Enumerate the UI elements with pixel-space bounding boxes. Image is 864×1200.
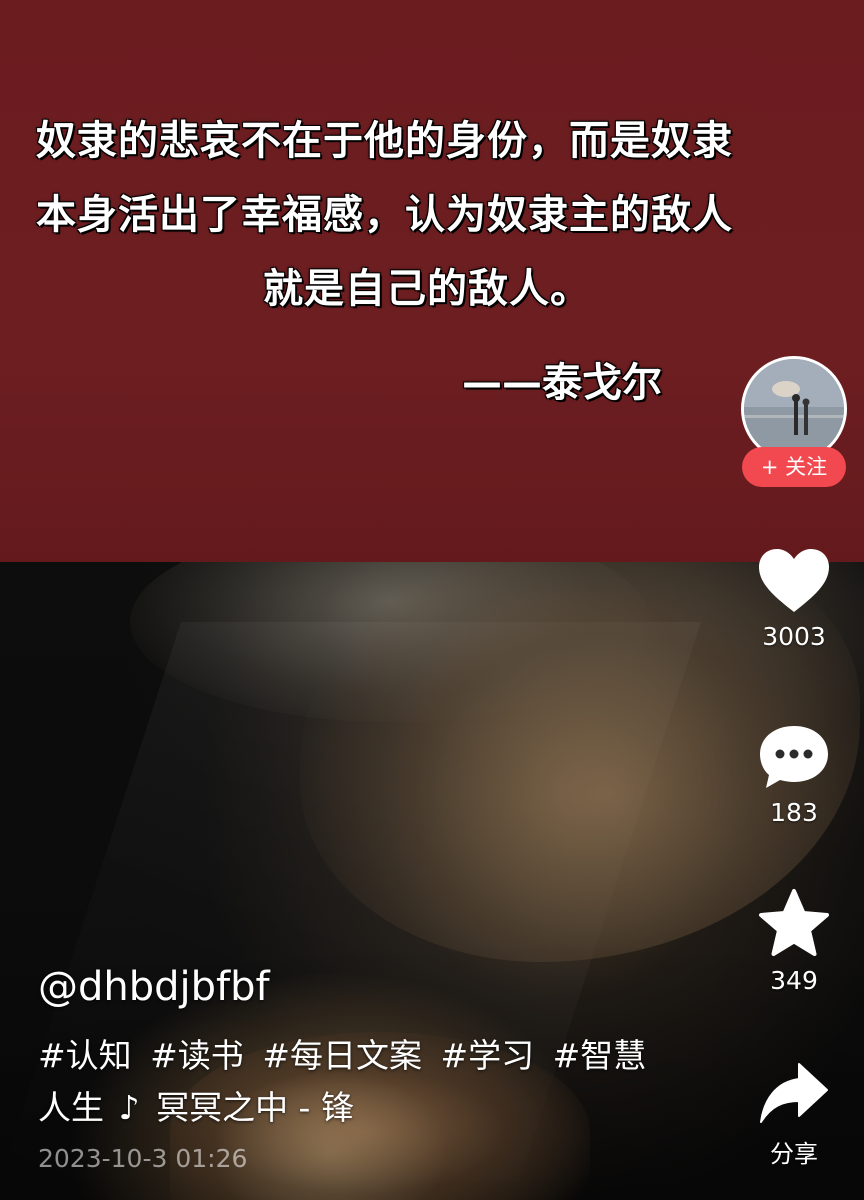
- share-arrow-icon: [760, 1063, 828, 1123]
- caption-music-line: 人生 ♪ 冥冥之中 - 锋: [38, 1082, 698, 1134]
- hashtag-link[interactable]: #认知: [38, 1036, 132, 1075]
- heart-icon: [759, 549, 829, 612]
- star-icon: [759, 889, 829, 956]
- favorite-count: 349: [770, 966, 818, 995]
- share-button[interactable]: 分享: [748, 1060, 840, 1169]
- quote-line-3: 就是自己的敌人。: [263, 266, 591, 312]
- avatar-image: [744, 359, 844, 459]
- author-name[interactable]: @dhbdjbfbf: [38, 964, 270, 1010]
- quote-text: 奴隶的悲哀不在于他的身份，而是奴隶 本身活出了幸福感，认为奴隶主的敌人 就是自己…: [0, 104, 864, 326]
- hashtag-link[interactable]: #智慧: [553, 1036, 647, 1075]
- hashtag-link[interactable]: #读书: [150, 1036, 244, 1075]
- like-button[interactable]: 3003: [748, 546, 840, 651]
- quote-line-1: 奴隶的悲哀不在于他的身份，而是奴隶: [36, 118, 733, 164]
- comment-count: 183: [770, 798, 818, 827]
- comment-button[interactable]: 183: [748, 722, 840, 827]
- caption-continuation: 人生: [38, 1088, 104, 1127]
- hashtag-link[interactable]: #每日文案: [262, 1036, 422, 1075]
- quote-author: ——泰戈尔: [462, 360, 662, 406]
- caption-tags-line: #认知 #读书 #每日文案 #学习 #智慧: [38, 1030, 698, 1082]
- quote-line-2: 本身活出了幸福感，认为奴隶主的敌人: [36, 192, 733, 238]
- post-caption: #认知 #读书 #每日文案 #学习 #智慧 人生 ♪ 冥冥之中 - 锋: [38, 1030, 698, 1134]
- hashtag-link[interactable]: #学习: [440, 1036, 534, 1075]
- music-title[interactable]: 冥冥之中 - 锋: [156, 1088, 354, 1127]
- comment-bubble-icon: [760, 726, 828, 788]
- like-count: 3003: [762, 622, 826, 651]
- video-screen[interactable]: 奴隶的悲哀不在于他的身份，而是奴隶 本身活出了幸福感，认为奴隶主的敌人 就是自己…: [0, 0, 864, 1200]
- follow-button[interactable]: + 关注: [742, 447, 846, 487]
- music-note-icon: ♪: [118, 1088, 140, 1127]
- favorite-button[interactable]: 349: [748, 888, 840, 995]
- share-label: 分享: [770, 1140, 818, 1168]
- quote-panel: 奴隶的悲哀不在于他的身份，而是奴隶 本身活出了幸福感，认为奴隶主的敌人 就是自己…: [0, 0, 864, 562]
- post-timestamp: 2023-10-3 01:26: [38, 1144, 248, 1173]
